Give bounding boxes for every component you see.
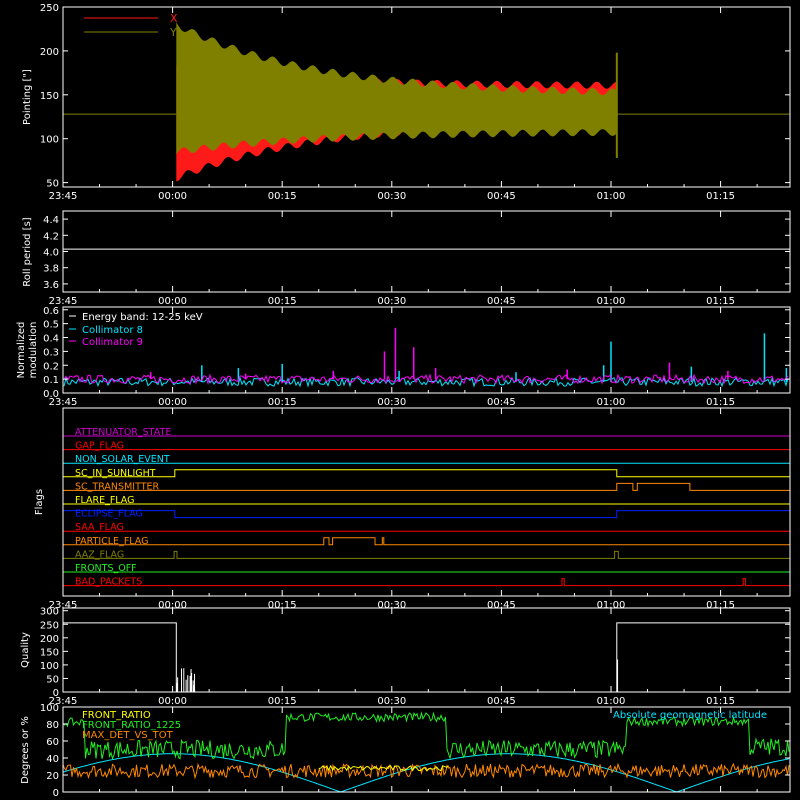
y-tick-label: 4.4 [43,215,59,226]
legend-x-label: X [170,12,178,25]
flag-label: FRONTS_OFF [75,563,137,574]
legend-collimator8-label: Collimator 8 [82,325,143,336]
y-tick-label: 60 [46,737,59,748]
x-tick-label: 00:45 [487,296,516,307]
x-tick-label: 00:00 [158,696,187,707]
flag-label: ECLIPSE_FLAG [75,509,143,520]
x-tick-label: 00:15 [268,191,297,202]
flag-label: AAZ_FLAG [75,549,124,560]
y-tick-label: 250 [40,3,59,14]
flag-label: ATTENUATOR_STATE [75,427,171,438]
x-tick-label: 01:00 [597,296,626,307]
x-tick-label: 00:15 [268,696,297,707]
y-tick-label: 50 [46,179,59,190]
legend-max-det-vs-tot: MAX_DET_VS_TOT [82,730,174,741]
flag-label: BAD_PACKETS [75,577,142,588]
flag-label: SC_IN_SUNLIGHT [75,468,156,479]
modulation-ylabel-line2: modulation [28,322,39,379]
y-tick-label: 150 [40,91,59,102]
y-tick-label: 0.3 [43,347,59,358]
y-tick-label: 0.2 [43,361,59,372]
pointing-ylabel: Pointing ["] [22,69,33,125]
legend-energy-title: Energy band: 12-25 keV [82,312,203,323]
x-tick-label: 00:45 [487,191,516,202]
x-tick-label: 00:00 [158,296,187,307]
x-tick-label: 23:45 [49,696,78,707]
y-tick-label: 0 [53,788,59,799]
ratios-ylabel: Degrees or % [20,716,31,784]
annotation-geomagnetic-latitude: Absolute geomagnetic latitude [613,710,767,721]
x-tick-label: 00:45 [487,696,516,707]
y-tick-label: 200 [40,47,59,58]
flag-label: FLARE_FLAG [75,495,135,506]
quality-ylabel: Quality [20,632,31,668]
y-tick-label: 100 [40,661,59,672]
y-tick-label: 250 [40,620,59,631]
x-tick-label: 01:00 [597,696,626,707]
x-tick-label: 01:15 [706,191,735,202]
x-tick-label: 01:00 [597,397,626,408]
x-tick-label: 00:30 [377,296,406,307]
x-tick-label: 00:15 [268,296,297,307]
x-tick-label: 23:45 [49,397,78,408]
y-tick-label: 3.6 [43,280,59,291]
y-tick-label: 4.2 [43,231,59,242]
roll-ylabel: Roll period [s] [22,217,33,286]
x-tick-label: 00:15 [268,397,297,408]
flag-label: NON_SOLAR_EVENT [75,454,170,465]
x-tick-label: 01:00 [597,191,626,202]
x-tick-label: 01:15 [706,296,735,307]
legend-collimator9-label: Collimator 9 [82,337,143,348]
flag-label: PARTICLE_FLAG [75,536,148,547]
y-tick-label: 0.4 [43,334,59,345]
x-tick-label: 00:45 [487,397,516,408]
y-tick-label: 150 [40,647,59,658]
y-tick-label: 20 [46,771,59,782]
legend-y-label: Y [169,26,177,39]
y-tick-label: 4.0 [43,248,59,259]
y-tick-label: 0.6 [43,306,59,317]
y-tick-label: 0.5 [43,320,59,331]
y-tick-label: 3.8 [43,264,59,275]
flags-ylabel: Flags [34,489,45,515]
modulation-ylabel-line1: Normalized [16,322,27,379]
flag-label: SAA_FLAG [75,522,124,533]
figure: 25020015010050 Pointing ["] X Y 4.44.24.… [0,0,800,800]
y-tick-label: 0.1 [43,375,59,386]
flag-label: GAP_FLAG [75,441,124,452]
y-tick-label: 200 [40,634,59,645]
x-tick-label: 01:15 [706,397,735,408]
y-tick-label: 50 [46,674,59,685]
x-tick-label: 00:30 [377,191,406,202]
x-tick-label: 00:30 [377,397,406,408]
x-tick-label: 23:45 [49,191,78,202]
flag-label: SC_TRANSMITTER [75,481,160,492]
x-tick-label: 00:00 [158,397,187,408]
x-tick-label: 01:15 [706,696,735,707]
y-tick-label: 40 [46,754,59,765]
y-tick-label: 100 [40,135,59,146]
x-tick-label: 00:00 [158,191,187,202]
x-tick-label: 23:45 [49,296,78,307]
x-tick-label: 00:30 [377,696,406,707]
y-tick-label: 80 [46,720,59,731]
